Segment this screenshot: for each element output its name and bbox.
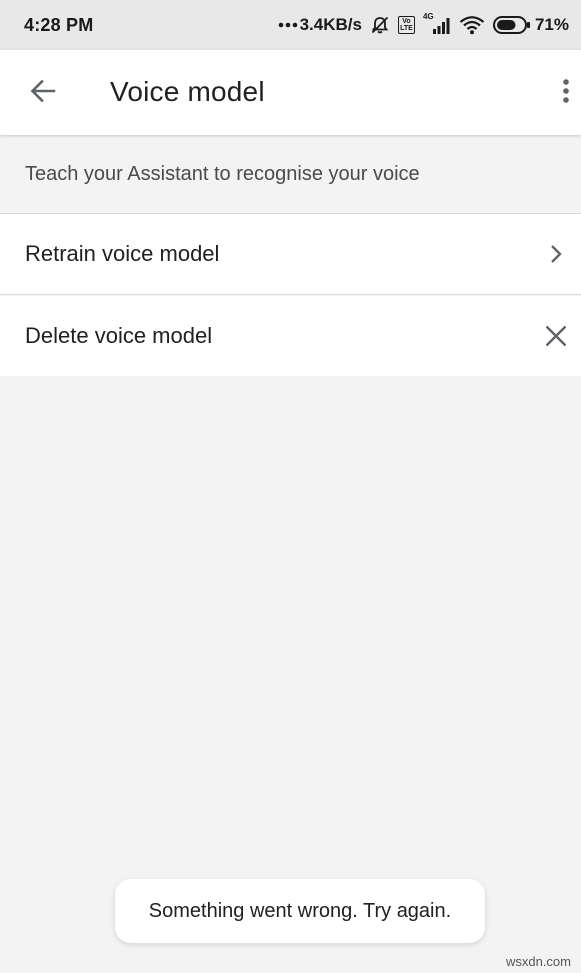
wifi-icon bbox=[459, 15, 485, 35]
retrain-voice-model-item[interactable]: Retrain voice model bbox=[0, 214, 581, 295]
status-icons: 3.4KB/s Vo LTE 4G 71% bbox=[278, 12, 569, 35]
toast-message: Something went wrong. Try again. bbox=[148, 899, 452, 922]
network-speed: 3.4KB/s bbox=[299, 15, 362, 34]
error-toast: Something went wrong. Try again. bbox=[115, 879, 485, 943]
battery-icon bbox=[492, 16, 531, 34]
status-time: 4:28 PM bbox=[24, 14, 94, 35]
battery-percent: 71% bbox=[534, 15, 569, 34]
list-item-label: Delete voice model bbox=[25, 323, 213, 348]
status-bar: 4:28 PM 3.4KB/s Vo LTE 4G 71% bbox=[0, 0, 581, 50]
chevron-right-icon bbox=[543, 241, 569, 267]
more-options-button[interactable] bbox=[552, 72, 580, 114]
list-item-label: Retrain voice model bbox=[25, 241, 220, 266]
more-vert-icon bbox=[562, 78, 570, 109]
delete-voice-model-item[interactable]: Delete voice model bbox=[0, 296, 581, 376]
watermark: wsxdn.com bbox=[505, 954, 571, 969]
mute-bell-icon bbox=[370, 15, 390, 35]
app-bar: Voice model bbox=[0, 50, 581, 135]
page-title: Voice model bbox=[110, 76, 265, 107]
page-description: Teach your Assistant to recognise your v… bbox=[0, 135, 581, 214]
screen: 4:28 PM 3.4KB/s Vo LTE 4G 71% Voice mode… bbox=[0, 0, 581, 973]
volte-icon: Vo LTE bbox=[397, 16, 415, 34]
close-icon bbox=[543, 323, 569, 349]
network-type: 4G bbox=[422, 12, 434, 21]
back-arrow-icon bbox=[29, 77, 57, 110]
back-button[interactable] bbox=[22, 72, 64, 114]
dots-icon bbox=[278, 22, 298, 28]
signal-icon: 4G bbox=[422, 12, 451, 35]
